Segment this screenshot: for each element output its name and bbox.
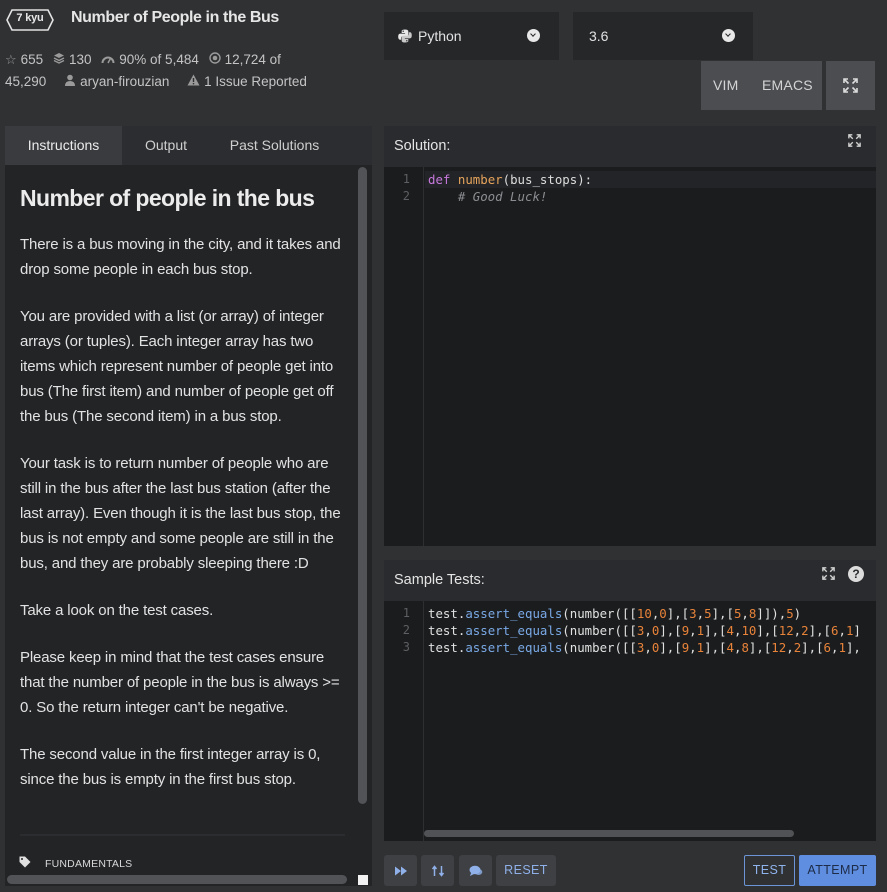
fast-forward-icon <box>394 866 407 875</box>
vim-button[interactable]: VIM <box>713 77 739 93</box>
line-gutter <box>384 167 424 546</box>
code-line: test.assert_equals(number([[10,0],[3,5],… <box>428 606 802 621</box>
tag-fundamentals[interactable]: FUNDAMENTALS <box>19 856 132 870</box>
satisfaction-stat: 90% of 5,484 <box>101 49 199 71</box>
star-icon: ☆ <box>5 52 17 67</box>
line-number: 1 <box>402 172 410 186</box>
kata-stats: ☆ 655 130 90% of 5,484 12,724 of 45,290 … <box>5 49 345 93</box>
layers-icon <box>53 49 65 71</box>
language-value: Python <box>418 28 462 44</box>
code-line: test.assert_equals(number([[3,0],[9,1],[… <box>428 623 861 638</box>
reset-button[interactable]: RESET <box>496 855 556 886</box>
description-paragraph: Take a look on the test cases. <box>20 602 214 619</box>
code-line: def number(bus_stops): <box>428 172 593 187</box>
description-paragraph: There is a bus moving in the city, and i… <box>20 236 341 278</box>
chevron-down-icon <box>527 29 540 42</box>
expand-icon[interactable] <box>848 134 861 147</box>
solution-panel: Solution: 1 2 def number(bus_stops): # G… <box>384 126 876 546</box>
tab-past-solutions[interactable]: Past Solutions <box>227 126 322 165</box>
swap-icon <box>431 864 444 877</box>
sample-tests-editor[interactable]: 1 2 3 test.assert_equals(number([[10,0],… <box>384 601 876 841</box>
help-icon[interactable]: ? <box>848 566 864 582</box>
solution-label: Solution: <box>394 138 451 154</box>
instructions-tabs: Instructions Output Past Solutions <box>5 126 372 165</box>
completed-stat: 12,724 of <box>208 49 281 71</box>
collections-stat[interactable]: 130 <box>53 49 91 71</box>
description-paragraph: Your task is to return number of people … <box>20 455 341 572</box>
line-gutter <box>384 601 424 841</box>
warning-icon <box>187 71 200 93</box>
version-value: 3.6 <box>589 28 609 44</box>
instructions-scrollbar[interactable] <box>358 167 367 804</box>
attempt-button[interactable]: ATTEMPT <box>799 855 876 886</box>
description-paragraph: The second value in the first integer ar… <box>20 746 321 788</box>
chat-icon <box>469 865 482 876</box>
emacs-button[interactable]: EMACS <box>762 77 813 93</box>
python-logo-icon <box>398 29 412 43</box>
chevron-down-icon <box>722 29 735 42</box>
description-heading: Number of people in the bus <box>20 185 315 211</box>
line-number: 1 <box>402 606 410 620</box>
fullscreen-icon <box>843 78 858 93</box>
total-stat: 45,290 <box>5 74 47 89</box>
author-link[interactable]: aryan-firouzian <box>64 71 169 93</box>
tab-instructions[interactable]: Instructions <box>5 126 122 165</box>
line-number: 2 <box>402 623 410 637</box>
sample-tests-label: Sample Tests: <box>394 572 485 588</box>
kata-title[interactable]: Number of People in the Bus <box>71 9 279 27</box>
tag-icon <box>19 856 31 868</box>
code-line: # Good Luck! <box>457 189 548 204</box>
gauge-icon <box>101 49 115 71</box>
discuss-button[interactable] <box>459 855 492 886</box>
description-paragraph: Please keep in mind that the test cases … <box>20 649 340 716</box>
divider <box>20 834 345 836</box>
description-paragraph: You are provided with a list (or array) … <box>20 308 334 425</box>
toggle-button[interactable] <box>421 855 454 886</box>
language-select[interactable]: Python <box>384 12 559 60</box>
solution-editor[interactable]: 1 2 def number(bus_stops): # Good Luck! <box>384 167 876 546</box>
resize-handle[interactable] <box>358 875 368 885</box>
tab-output[interactable]: Output <box>136 126 196 165</box>
code-line: test.assert_equals(number([[3,0],[9,1],[… <box>428 640 861 655</box>
test-button[interactable]: TEST <box>744 855 795 886</box>
fullscreen-button[interactable] <box>826 61 875 110</box>
instructions-content: Number of people in the bus There is a b… <box>20 165 345 835</box>
run-all-button[interactable] <box>384 855 417 886</box>
expand-icon[interactable] <box>822 567 835 580</box>
issues-link[interactable]: 1 Issue Reported <box>187 71 307 93</box>
rank-label: 7 kyu <box>16 12 44 24</box>
instructions-horizontal-scrollbar[interactable] <box>7 875 347 884</box>
version-select[interactable]: 3.6 <box>573 12 753 60</box>
rank-badge: 7 kyu <box>6 9 54 31</box>
user-icon <box>64 71 76 93</box>
line-number: 2 <box>402 189 410 203</box>
code-horizontal-scrollbar[interactable] <box>424 830 794 837</box>
line-number: 3 <box>402 640 410 654</box>
stars-stat[interactable]: ☆ 655 <box>5 49 43 71</box>
keybinding-group: VIM EMACS <box>701 61 822 110</box>
target-icon <box>208 49 221 71</box>
instructions-panel: Instructions Output Past Solutions Numbe… <box>5 126 372 886</box>
sample-tests-panel: Sample Tests: ? 1 2 3 test.assert_equals… <box>384 560 876 841</box>
